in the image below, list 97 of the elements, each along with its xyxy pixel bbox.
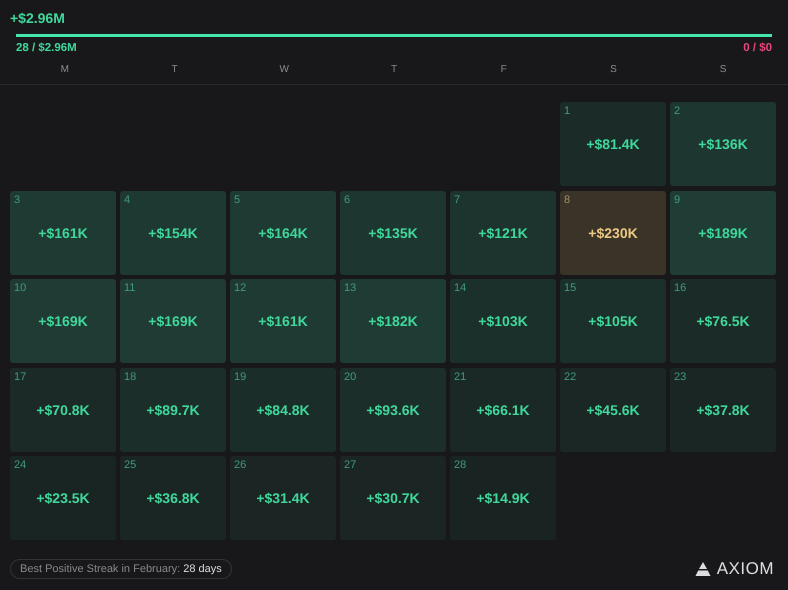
- triangle-logo-icon: [694, 562, 711, 576]
- day-number: 22: [564, 370, 576, 382]
- day-cell[interactable]: 11 +$169K: [120, 279, 226, 363]
- day-cell[interactable]: 24 +$23.5K: [10, 456, 116, 540]
- weekday-label: F: [500, 64, 508, 77]
- weekday-label: W: [278, 64, 290, 77]
- day-cell[interactable]: 26 +$31.4K: [230, 456, 336, 540]
- day-cell[interactable]: 21 +$66.1K: [450, 368, 556, 452]
- weekday-label: M: [60, 64, 70, 77]
- day-pnl: +$164K: [258, 224, 308, 240]
- day-pnl: +$70.8K: [36, 402, 90, 418]
- positive-summary: 28 / $2.96M: [16, 42, 77, 54]
- day-cell[interactable]: 23 +$37.8K: [670, 368, 776, 452]
- day-pnl: +$189K: [698, 224, 748, 240]
- day-number: 10: [14, 282, 26, 294]
- day-pnl: +$76.5K: [696, 313, 750, 329]
- day-cell[interactable]: 13 +$182K: [340, 279, 446, 363]
- day-pnl: +$136K: [698, 136, 748, 152]
- day-cell[interactable]: 15 +$105K: [560, 279, 666, 363]
- day-pnl: +$135K: [368, 224, 418, 240]
- weekday-label: T: [390, 64, 398, 77]
- day-cell[interactable]: 28 +$14.9K: [450, 456, 556, 540]
- day-pnl: +$161K: [258, 313, 308, 329]
- day-cell[interactable]: 18 +$89.7K: [120, 368, 226, 452]
- day-number: 13: [344, 282, 356, 294]
- day-pnl: +$182K: [368, 313, 418, 329]
- day-cell[interactable]: 12 +$161K: [230, 279, 336, 363]
- day-pnl: +$81.4K: [586, 136, 640, 152]
- day-number: 15: [564, 282, 576, 294]
- day-pnl: +$31.4K: [256, 490, 310, 506]
- day-number: 17: [14, 370, 26, 382]
- logo-text: AXIOM: [716, 559, 774, 579]
- weekday-label: T: [170, 64, 179, 77]
- day-number: 28: [454, 459, 466, 471]
- day-cell[interactable]: 20 +$93.6K: [340, 368, 446, 452]
- day-cell[interactable]: 27 +$30.7K: [340, 456, 446, 540]
- day-cell[interactable]: 16 +$76.5K: [670, 279, 776, 363]
- day-pnl: +$37.8K: [696, 402, 750, 418]
- day-number: 26: [234, 459, 246, 471]
- day-number: 7: [454, 194, 460, 206]
- weekday-label: S: [718, 64, 728, 77]
- day-cell[interactable]: 9 +$189K: [670, 190, 776, 274]
- day-number: 12: [234, 282, 246, 294]
- day-number: 20: [344, 370, 356, 382]
- day-cell[interactable]: 22 +$45.6K: [560, 368, 666, 452]
- day-cell[interactable]: 17 +$70.8K: [10, 368, 116, 452]
- day-pnl: +$14.9K: [476, 490, 530, 506]
- day-pnl: +$161K: [38, 224, 88, 240]
- day-number: 21: [454, 370, 466, 382]
- day-pnl: +$93.6K: [366, 402, 420, 418]
- day-number: 27: [344, 459, 356, 471]
- day-number: 1: [564, 105, 570, 117]
- day-pnl: +$169K: [38, 313, 88, 329]
- day-cell[interactable]: 14 +$103K: [450, 279, 556, 363]
- day-pnl: +$45.6K: [586, 402, 640, 418]
- day-pnl: +$30.7K: [366, 490, 420, 506]
- day-number: 19: [234, 370, 246, 382]
- day-pnl: +$154K: [148, 224, 198, 240]
- day-number: 25: [124, 459, 136, 471]
- day-pnl: +$105K: [588, 313, 638, 329]
- day-pnl: +$84.8K: [256, 402, 310, 418]
- day-number: 16: [674, 282, 686, 294]
- day-pnl: +$121K: [478, 224, 528, 240]
- day-number: 3: [14, 194, 20, 206]
- day-number: 5: [234, 194, 240, 206]
- day-number: 8: [564, 194, 570, 206]
- day-cell[interactable]: 19 +$84.8K: [230, 368, 336, 452]
- day-number: 6: [344, 194, 350, 206]
- day-pnl: +$23.5K: [36, 490, 90, 506]
- day-number: 4: [124, 194, 130, 206]
- day-cell[interactable]: 2 +$136K: [670, 102, 776, 186]
- day-number: 14: [454, 282, 466, 294]
- streak-badge: Best Positive Streak in February: 28 days: [10, 559, 232, 579]
- day-cell[interactable]: 10 +$169K: [10, 279, 116, 363]
- day-cell[interactable]: 4 +$154K: [120, 190, 226, 274]
- day-number: 2: [674, 105, 680, 117]
- day-number: 23: [674, 370, 686, 382]
- day-number: 24: [14, 459, 26, 471]
- day-cell[interactable]: 1 +$81.4K: [560, 102, 666, 186]
- day-cell[interactable]: 3 +$161K: [10, 190, 116, 274]
- day-cell[interactable]: 7 +$121K: [450, 190, 556, 274]
- total-pnl: +$2.96M: [10, 10, 65, 26]
- day-pnl: +$230K: [588, 224, 638, 240]
- day-cell[interactable]: 5 +$164K: [230, 190, 336, 274]
- day-pnl: +$169K: [148, 313, 198, 329]
- day-cell[interactable]: 25 +$36.8K: [120, 456, 226, 540]
- day-cell[interactable]: 6 +$135K: [340, 190, 446, 274]
- day-number: 11: [124, 282, 136, 294]
- day-number: 9: [674, 194, 680, 206]
- negative-summary: 0 / $0: [743, 42, 772, 54]
- day-pnl: +$103K: [478, 313, 528, 329]
- weekday-label: S: [609, 64, 618, 77]
- day-pnl: +$36.8K: [146, 490, 200, 506]
- day-pnl: +$89.7K: [146, 402, 200, 418]
- day-number: 18: [124, 370, 136, 382]
- day-cell[interactable]: 8 +$230K: [560, 190, 666, 274]
- day-pnl: +$66.1K: [476, 402, 530, 418]
